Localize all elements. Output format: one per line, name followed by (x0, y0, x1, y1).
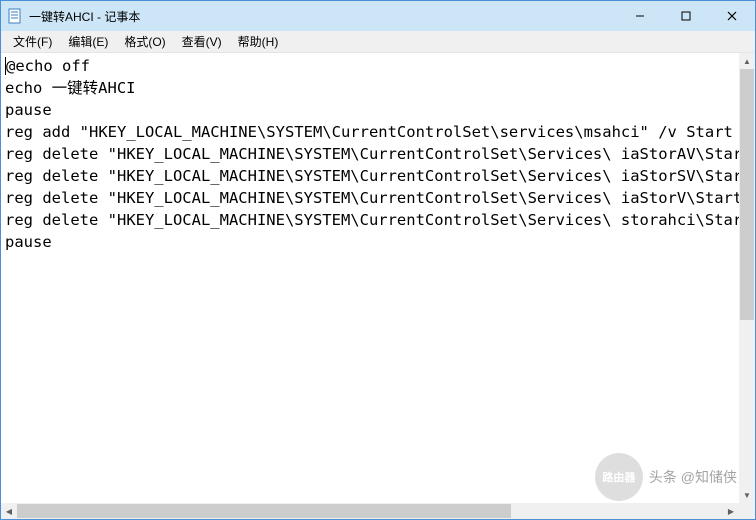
window-title: 一键转AHCI - 记事本 (29, 8, 617, 25)
close-button[interactable] (709, 1, 755, 31)
horizontal-scroll-track[interactable] (17, 503, 723, 519)
notepad-window: 一键转AHCI - 记事本 文件(F) 编辑(E) 格式(O) 查看(V) 帮助… (0, 0, 756, 520)
horizontal-scroll-thumb[interactable] (17, 504, 511, 518)
menu-view[interactable]: 查看(V) (174, 31, 230, 52)
menu-help[interactable]: 帮助(H) (230, 31, 287, 52)
scroll-corner (739, 503, 755, 519)
titlebar[interactable]: 一键转AHCI - 记事本 (1, 1, 755, 31)
scroll-left-button[interactable]: ◀ (1, 503, 17, 519)
maximize-button[interactable] (663, 1, 709, 31)
menu-edit[interactable]: 编辑(E) (60, 31, 116, 52)
menu-format[interactable]: 格式(O) (116, 31, 173, 52)
content-area: @echo off echo 一键转AHCI pause reg add "HK… (1, 53, 755, 519)
menu-file[interactable]: 文件(F) (5, 31, 60, 52)
app-icon (7, 8, 23, 24)
scroll-up-button[interactable]: ▲ (739, 53, 755, 69)
minimize-button[interactable] (617, 1, 663, 31)
menubar: 文件(F) 编辑(E) 格式(O) 查看(V) 帮助(H) (1, 31, 755, 53)
vertical-scroll-thumb[interactable] (740, 69, 754, 320)
scroll-down-button[interactable]: ▼ (739, 487, 755, 503)
window-controls (617, 1, 755, 31)
text-editor[interactable]: @echo off echo 一键转AHCI pause reg add "HK… (1, 53, 739, 503)
vertical-scrollbar[interactable]: ▲ ▼ (739, 53, 755, 503)
horizontal-scrollbar[interactable]: ◀ ▶ (1, 503, 739, 519)
vertical-scroll-track[interactable] (739, 69, 755, 487)
scroll-right-button[interactable]: ▶ (723, 503, 739, 519)
